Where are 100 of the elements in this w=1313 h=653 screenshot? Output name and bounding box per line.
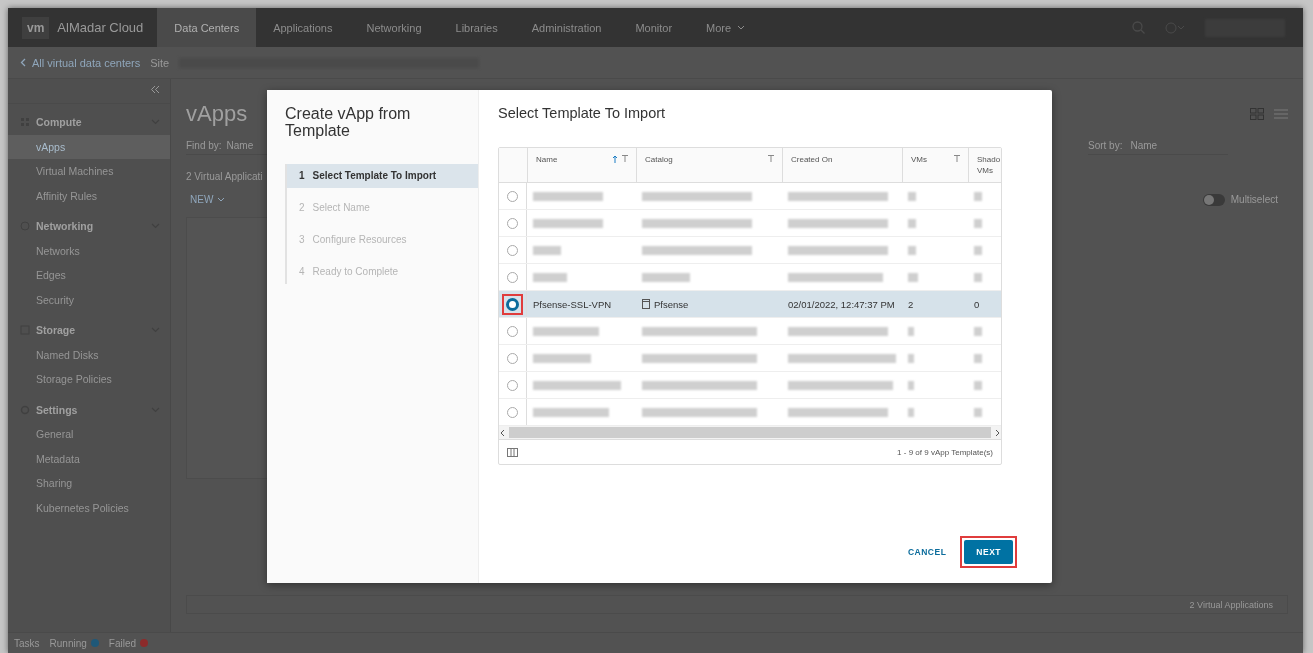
page-title: vApps <box>186 101 248 127</box>
back-link[interactable]: All virtual data centers <box>20 56 141 69</box>
new-button[interactable]: NEW <box>186 192 230 207</box>
collapse-icon[interactable] <box>150 85 160 94</box>
wizard-step[interactable]: 4 Ready to Complete <box>287 259 478 284</box>
sidebar-item[interactable]: Named Disks <box>8 342 170 367</box>
radio-button[interactable] <box>507 244 518 256</box>
radio-button[interactable] <box>507 379 518 391</box>
caret-icon <box>217 196 226 203</box>
wizard-step[interactable]: 2 Select Name <box>287 195 478 220</box>
nav-tab[interactable]: Administration <box>514 8 619 47</box>
redacted-block <box>533 218 603 228</box>
redacted-block <box>974 272 982 282</box>
scroll-left-icon[interactable] <box>499 428 505 437</box>
toggle-label: Multiselect <box>1230 194 1278 205</box>
sidebar-group[interactable]: Storage <box>8 318 170 343</box>
sidebar-item[interactable]: Affinity Rules <box>8 183 170 208</box>
sidebar-item[interactable]: Storage Policies <box>8 367 170 392</box>
sidebar-group[interactable]: Networking <box>8 214 170 239</box>
nav-tab[interactable]: Applications <box>256 8 350 47</box>
sidebar-item[interactable]: Kubernetes Policies <box>8 495 170 520</box>
table-cell: 02/01/2022, 12:47:37 PM <box>788 298 895 310</box>
sort-by-field[interactable]: Sort by: Name <box>1088 140 1228 155</box>
wizard-step[interactable]: 1 Select Template To Import <box>287 163 478 188</box>
filter-icon[interactable] <box>622 155 628 162</box>
table-cell: 2 <box>908 298 914 310</box>
radio-button[interactable] <box>507 271 518 283</box>
redacted-block <box>908 272 918 282</box>
dialog-title: Create vApp from Template <box>285 106 412 140</box>
radio-button[interactable] <box>507 325 518 337</box>
pagination-text: 1 - 9 of 9 vApp Template(s) <box>897 447 993 457</box>
taskbar-label[interactable]: Running <box>49 637 87 649</box>
redacted-block <box>908 245 916 255</box>
redacted-block <box>974 326 982 336</box>
redacted-block <box>533 353 591 363</box>
taskbar-label[interactable]: Tasks <box>14 637 40 649</box>
nav-tab[interactable]: Libraries <box>438 8 515 47</box>
nav-tab[interactable]: Data Centers <box>157 8 257 47</box>
scrollbar-thumb[interactable] <box>509 427 991 438</box>
redacted-block <box>974 407 982 417</box>
nav-tab[interactable]: Networking <box>349 8 439 47</box>
redacted-block <box>908 353 914 363</box>
filter-icon[interactable] <box>954 155 960 162</box>
step-title: Select Template To Import <box>498 105 667 121</box>
scroll-right-icon[interactable] <box>995 428 1001 437</box>
next-button[interactable]: NEXT <box>964 540 1013 564</box>
sidebar-item[interactable]: Metadata <box>8 446 170 471</box>
table-cell: 0 <box>974 298 980 310</box>
redacted-block <box>908 191 916 201</box>
radio-button[interactable] <box>507 190 518 202</box>
nav-tab[interactable]: More <box>689 8 763 47</box>
wizard-step[interactable]: 3 Configure Resources <box>287 227 478 252</box>
column-header[interactable]: Shado VMs <box>977 155 1001 182</box>
redacted-block <box>533 191 603 201</box>
redacted-block <box>974 191 982 201</box>
column-header[interactable]: Catalog <box>645 155 673 182</box>
redacted-block <box>908 407 914 417</box>
column-header[interactable]: VMs <box>911 155 927 182</box>
search-icon[interactable] <box>1132 21 1145 34</box>
site-label: Site <box>150 56 170 69</box>
grid-view-icon[interactable] <box>1250 108 1264 120</box>
caret-icon <box>737 24 746 31</box>
sidebar-group[interactable]: Settings <box>8 397 170 422</box>
radio-button[interactable] <box>507 352 518 364</box>
redacted-block <box>908 380 914 390</box>
redacted-block <box>908 326 914 336</box>
redacted-block <box>974 380 982 390</box>
redacted-block <box>974 353 982 363</box>
sidebar-item[interactable]: Edges <box>8 263 170 288</box>
sidebar-item[interactable]: Sharing <box>8 471 170 496</box>
table-cell: Pfsense-SSL-VPN <box>533 298 612 310</box>
table-cell: Pfsense <box>654 298 689 310</box>
brand-name: AlMadar Cloud <box>57 20 144 35</box>
redacted-block <box>974 245 982 255</box>
sidebar-item[interactable]: Networks <box>8 238 170 263</box>
filter-icon[interactable] <box>768 155 774 162</box>
redacted-block <box>533 326 599 336</box>
item-count: 2 Virtual Applicati <box>186 171 263 182</box>
sidebar-item[interactable]: General <box>8 422 170 447</box>
columns-icon[interactable] <box>507 447 518 457</box>
taskbar-label[interactable]: Failed <box>108 637 137 649</box>
radio-button[interactable] <box>507 406 518 418</box>
logo: vm <box>22 16 50 39</box>
column-header[interactable]: Name <box>536 155 558 182</box>
list-footer: 2 Virtual Applications <box>186 595 1288 614</box>
sidebar-item[interactable]: vApps <box>8 134 170 159</box>
sidebar-item[interactable]: Security <box>8 287 170 312</box>
sidebar-item[interactable]: Virtual Machines <box>8 159 170 184</box>
redacted-block <box>533 245 561 255</box>
sidebar-group[interactable]: Compute <box>8 110 170 135</box>
sort-arrow-icon[interactable] <box>612 155 618 163</box>
book-icon <box>642 299 650 309</box>
nav-tab[interactable]: Monitor <box>618 8 690 47</box>
redacted-block <box>533 272 567 282</box>
cancel-button[interactable]: CANCEL <box>905 543 949 561</box>
radio-button[interactable] <box>507 217 518 229</box>
column-header[interactable]: Created On <box>791 155 833 182</box>
redacted-block <box>974 218 982 228</box>
toggle-switch[interactable] <box>1202 193 1225 206</box>
redacted-block <box>642 272 690 282</box>
